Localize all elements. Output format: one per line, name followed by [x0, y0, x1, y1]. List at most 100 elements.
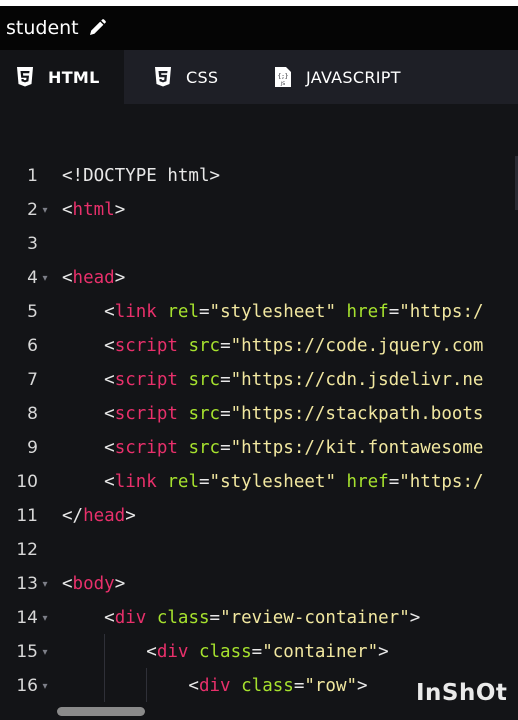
code-text: <script src="https://cdn.jsdelivr.ne [52, 370, 483, 390]
tab-html[interactable]: HTML [0, 50, 124, 104]
fold-toggle-icon[interactable]: ▾ [38, 681, 52, 692]
tab-html-label: HTML [48, 67, 100, 87]
code-token: < [62, 268, 73, 288]
code-line[interactable]: 12 [0, 533, 518, 567]
code-token: "container" [262, 642, 379, 662]
line-number: 10 [16, 472, 38, 492]
code-line[interactable]: 5 <link rel="stylesheet" href="https:/ [0, 295, 518, 329]
code-token: < [62, 642, 157, 662]
code-text: <head> [52, 268, 125, 288]
tab-javascript-label: JAVASCRIPT [306, 67, 401, 87]
code-line[interactable]: 7 <script src="https://cdn.jsdelivr.ne [0, 363, 518, 397]
code-editor[interactable]: 1 <!DOCTYPE html> 2 ▾ <html> 3 4 ▾ <head> 5 <link… [0, 104, 518, 720]
code-line[interactable]: 9 <script src="https://kit.fontawesome [0, 431, 518, 465]
code-text: <div class="container"> [52, 634, 389, 668]
code-line[interactable]: 1 <!DOCTYPE html> [0, 159, 518, 193]
project-title[interactable]: student [6, 17, 79, 39]
code-token: "https://code.jquery.com [230, 336, 484, 356]
code-line[interactable]: 6 <script src="https://code.jquery.com [0, 329, 518, 363]
fold-toggle-icon[interactable]: ▾ [38, 613, 52, 624]
code-token: < [62, 574, 73, 594]
code-text: <link rel="stylesheet" href="https:/ [52, 302, 483, 322]
code-token: html [72, 200, 115, 220]
line-number: 13 [16, 574, 38, 594]
code-token: class [156, 608, 210, 628]
code-token: src [188, 370, 221, 390]
code-text: <div class="review-container"> [52, 608, 420, 628]
code-text: <link rel="stylesheet" href="https:/ [52, 472, 484, 492]
code-line[interactable]: 14 ▾ <div class="review-container"> [0, 601, 518, 635]
code-text: <script src="https://kit.fontawesome [52, 438, 483, 458]
code-line[interactable]: 15 ▾ <div class="container"> [0, 634, 518, 669]
horizontal-scrollbar[interactable] [57, 707, 145, 716]
code-token: div [198, 676, 231, 696]
code-token: > [114, 268, 126, 288]
code-line[interactable]: 3 [0, 227, 518, 261]
code-token: "review-container" [220, 608, 410, 628]
code-line[interactable]: 8 <script src="https://stackpath.boots [0, 397, 518, 431]
code-text: <script src="https://stackpath.boots [52, 404, 483, 424]
code-line[interactable]: 2 ▾ <html> [0, 193, 518, 227]
js-file-icon: {;} JS [274, 67, 292, 87]
code-token: div [156, 642, 189, 662]
code-token: head [72, 268, 115, 288]
code-token: "https:/ [399, 472, 484, 492]
code-token: = [388, 302, 400, 322]
code-token: href [346, 472, 389, 492]
code-token: = [220, 438, 231, 458]
code-line[interactable]: 10 <link rel="stylesheet" href="https:/ [0, 465, 518, 499]
fold-toggle-icon[interactable]: ▾ [38, 205, 52, 216]
code-token: class [241, 676, 294, 696]
code-token: = [199, 302, 210, 322]
code-token: link [114, 472, 157, 492]
code-token: < [62, 200, 73, 220]
indent-guide [146, 668, 148, 702]
code-token: < [62, 608, 115, 628]
line-number: 8 [27, 404, 38, 424]
fold-toggle-icon[interactable]: ▾ [38, 579, 52, 590]
line-number: 5 [27, 302, 38, 322]
code-line[interactable]: 11 </head> [0, 499, 518, 533]
tab-css-label: CSS [186, 67, 219, 87]
tab-css[interactable]: CSS [124, 50, 246, 104]
code-text: <div class="row"> [52, 668, 368, 702]
indent-guide [104, 634, 106, 668]
fold-toggle-icon[interactable]: ▾ [38, 273, 52, 284]
code-token: = [293, 676, 305, 696]
code-token: > [125, 506, 136, 526]
code-token: "https://cdn.jsdelivr.ne [230, 370, 484, 390]
pencil-icon[interactable] [87, 18, 107, 38]
code-token: "row" [304, 676, 358, 696]
code-token: "stylesheet" [209, 302, 336, 322]
code-text: <!DOCTYPE html> [52, 166, 220, 186]
line-number: 11 [16, 506, 38, 526]
fold-toggle-icon[interactable]: ▾ [38, 647, 52, 658]
tab-javascript[interactable]: {;} JS JAVASCRIPT [246, 50, 417, 104]
line-number: 16 [16, 676, 38, 696]
line-number: 6 [27, 336, 38, 356]
code-token: > [409, 608, 421, 628]
code-token: href [346, 302, 389, 322]
code-token: < [62, 302, 115, 322]
code-line[interactable]: 13 ▾ <body> [0, 567, 518, 601]
code-token: > [378, 642, 389, 662]
code-token: = [220, 370, 231, 390]
code-token: link [114, 302, 157, 322]
code-token: < [62, 404, 115, 424]
code-token: head [83, 506, 126, 526]
code-token: < [62, 336, 115, 356]
code-token: src [188, 438, 221, 458]
code-token: < [62, 472, 115, 492]
line-number: 1 [27, 166, 38, 186]
code-token: < [62, 370, 115, 390]
code-token: = [251, 642, 263, 662]
code-token: rel [167, 472, 199, 492]
code-line[interactable]: 4 ▾ <head> [0, 261, 518, 295]
indent-guide [104, 668, 106, 702]
